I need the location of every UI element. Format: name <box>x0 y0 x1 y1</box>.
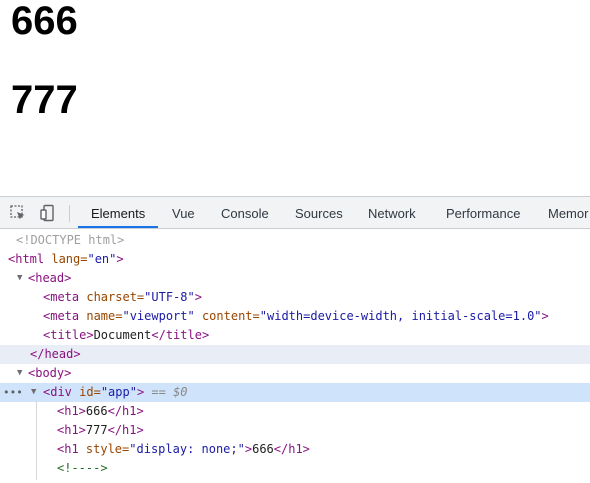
dom-node-div-app-selected[interactable]: ••• ▼ <div id="app"> == $0 <box>0 383 590 402</box>
dom-node-h1-777[interactable]: <h1>777</h1> <box>0 421 590 440</box>
tab-memory[interactable]: Memor <box>535 197 590 228</box>
expand-triangle-icon[interactable]: ▼ <box>17 364 22 383</box>
device-toolbar-icon[interactable] <box>39 204 57 222</box>
dom-node-body[interactable]: ▼ <body> <box>0 364 590 383</box>
tab-network[interactable]: Network <box>355 197 429 228</box>
heading-777: 777 <box>11 78 78 122</box>
dom-node-comment[interactable]: <!----> <box>0 459 590 478</box>
dom-node-head[interactable]: ▼ <head> <box>0 269 590 288</box>
tab-elements[interactable]: Elements <box>78 197 159 228</box>
toolbar-divider <box>69 205 70 222</box>
dom-node-html[interactable]: <html lang="en"> <box>0 250 590 269</box>
dom-node-head-close[interactable]: </head> <box>0 345 590 364</box>
dom-node-meta-charset[interactable]: <meta charset="UTF-8"> <box>0 288 590 307</box>
page-viewport: 666 777 <box>0 0 590 196</box>
tree-indent-guide <box>36 400 37 480</box>
dom-node-meta-viewport[interactable]: <meta name="viewport" content="width=dev… <box>0 307 590 326</box>
tab-performance[interactable]: Performance <box>433 197 533 228</box>
tab-sources[interactable]: Sources <box>282 197 356 228</box>
tab-vue[interactable]: Vue <box>159 197 208 228</box>
dom-node-h1-hidden[interactable]: <h1 style="display: none;">666</h1> <box>0 440 590 459</box>
tab-console[interactable]: Console <box>208 197 282 228</box>
devtools-panel: Elements Vue Console Sources Network Per… <box>0 196 590 483</box>
dom-node-title[interactable]: <title>Document</title> <box>0 326 590 345</box>
expand-triangle-icon[interactable]: ▼ <box>17 269 22 288</box>
inspect-element-icon[interactable] <box>9 204 27 222</box>
heading-666: 666 <box>11 0 78 43</box>
dom-node-doctype[interactable]: <!DOCTYPE html> <box>0 231 590 250</box>
devtools-toolbar: Elements Vue Console Sources Network Per… <box>0 196 590 229</box>
dom-node-h1-666[interactable]: <h1>666</h1> <box>0 402 590 421</box>
more-actions-icon[interactable]: ••• <box>3 383 23 402</box>
